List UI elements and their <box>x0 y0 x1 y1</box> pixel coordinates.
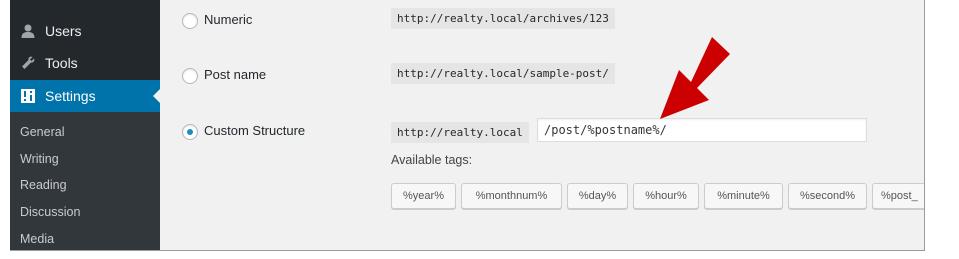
tag-button-year[interactable]: %year% <box>391 183 456 209</box>
submenu-item-writing[interactable]: Writing <box>20 152 59 166</box>
available-tags-label: Available tags: <box>391 153 473 167</box>
post-name-radio[interactable] <box>182 68 198 84</box>
tag-button-minute[interactable]: %minute% <box>704 183 783 209</box>
post-name-example-url: http://realty.local/sample-post/ <box>391 63 615 84</box>
sidebar-item-tools[interactable]: Tools <box>10 47 160 79</box>
custom-structure-base-url: http://realty.local <box>391 122 529 143</box>
tag-button-hour[interactable]: %hour% <box>633 183 699 209</box>
settings-icon <box>19 87 37 105</box>
numeric-example-url: http://realty.local/archives/123 <box>391 8 615 29</box>
sidebar-item-settings[interactable]: Settings <box>10 80 160 112</box>
submenu-item-media[interactable]: Media <box>20 232 54 246</box>
screenshot-frame: Users Tools Settings General Writing Rea… <box>10 0 925 251</box>
annotation-arrow-icon <box>660 37 730 119</box>
custom-structure-radio[interactable] <box>182 124 198 140</box>
numeric-label[interactable]: Numeric <box>204 12 252 27</box>
user-icon <box>19 22 37 40</box>
tag-button-second[interactable]: %second% <box>788 183 867 209</box>
admin-sidebar: Users Tools Settings General Writing Rea… <box>10 0 160 250</box>
post-name-label[interactable]: Post name <box>204 67 266 82</box>
tag-button-day[interactable]: %day% <box>567 183 628 209</box>
sidebar-item-label: Settings <box>45 88 96 104</box>
wrench-icon <box>19 54 37 72</box>
sidebar-item-users[interactable]: Users <box>10 15 160 47</box>
custom-structure-label[interactable]: Custom Structure <box>204 123 305 138</box>
submenu-item-reading[interactable]: Reading <box>20 178 67 192</box>
tag-button-post-id-partial[interactable]: %post_ <box>872 183 924 209</box>
submenu-item-general[interactable]: General <box>20 125 64 139</box>
tag-button-monthnum[interactable]: %monthnum% <box>461 183 562 209</box>
settings-submenu: General Writing Reading Discussion Media <box>10 112 160 250</box>
sidebar-item-label: Users <box>45 23 82 39</box>
submenu-item-discussion[interactable]: Discussion <box>20 205 80 219</box>
custom-structure-value: /post/%postname%/ <box>544 123 667 137</box>
sidebar-item-label: Tools <box>45 55 78 71</box>
numeric-radio[interactable] <box>182 13 198 29</box>
